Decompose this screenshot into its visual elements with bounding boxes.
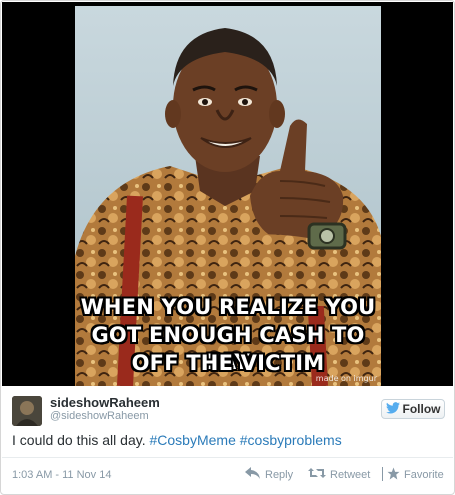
tweet-media[interactable]: WHEN YOU REALIZE YOU GOT ENOUGH CASH TO … — [2, 2, 453, 386]
author-handle[interactable]: @sideshowRaheem — [50, 410, 149, 422]
favorite-button[interactable]: Favorite — [387, 467, 444, 483]
hashtag-link[interactable]: #cosbyproblems — [240, 432, 342, 448]
retweet-label: Retweet — [330, 468, 371, 481]
action-separator — [382, 467, 383, 481]
author-display-name[interactable]: sideshowRaheem — [50, 395, 160, 410]
image-watermark: made on imgur — [315, 374, 377, 383]
follow-button[interactable]: Follow — [381, 399, 445, 419]
retweet-button[interactable]: Retweet — [308, 467, 370, 482]
favorite-label: Favorite — [404, 469, 444, 481]
tweet-text: I could do this all day. #CosbyMeme #cos… — [12, 432, 342, 448]
tweet-text-plain: I could do this all day. — [12, 432, 150, 448]
star-icon — [387, 467, 400, 483]
reply-button[interactable]: Reply — [245, 467, 293, 482]
tweet-body: sideshowRaheem @sideshowRaheem Follow I … — [2, 387, 453, 493]
reply-arrow-icon — [245, 467, 261, 482]
avatar[interactable] — [12, 396, 42, 426]
retweet-icon — [308, 467, 326, 482]
tweet-timestamp[interactable]: 1:03 AM - 11 Nov 14 — [12, 469, 111, 481]
meme-caption-line-1: WHEN YOU REALIZE YOU — [80, 295, 376, 319]
twitter-bird-icon — [385, 401, 400, 417]
hashtag-link[interactable]: #CosbyMeme — [149, 432, 235, 448]
reply-label: Reply — [265, 468, 294, 481]
follow-label: Follow — [402, 402, 441, 416]
embedded-tweet-card: WHEN YOU REALIZE YOU GOT ENOUGH CASH TO … — [0, 0, 455, 495]
divider — [2, 457, 453, 458]
meme-caption-line-3: OFF THE VICTIM — [131, 351, 325, 375]
meme-image[interactable]: WHEN YOU REALIZE YOU GOT ENOUGH CASH TO … — [75, 6, 381, 386]
